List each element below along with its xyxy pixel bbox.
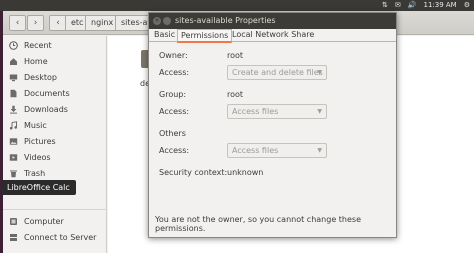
panel-indicators: ⇅ ✉ 🔊 11:39 AM ⚙ (382, 0, 470, 11)
videos-icon (9, 153, 18, 162)
sidebar-item-desktop[interactable]: Desktop (3, 70, 107, 85)
close-icon: × (154, 17, 160, 24)
documents-icon (9, 89, 18, 98)
mail-icon[interactable]: ✉ (395, 0, 401, 11)
server-icon (9, 233, 18, 242)
pictures-icon (9, 137, 18, 146)
trash-icon (9, 169, 18, 178)
security-context-label: Security context: (159, 168, 228, 177)
sidebar-label: Desktop (24, 73, 57, 82)
owner-access-label: Access: (159, 68, 190, 77)
sidebar-label: Pictures (24, 137, 56, 146)
sidebar-item-trash[interactable]: Trash (3, 166, 107, 181)
tab-permissions[interactable]: Permissions (177, 29, 233, 43)
desktop-icon (9, 73, 18, 82)
sidebar-item-recent[interactable]: Recent (3, 38, 107, 53)
chevron-left-icon: ‹ (56, 18, 60, 28)
sidebar-item-downloads[interactable]: Downloads (3, 102, 107, 117)
sidebar-label: Documents (24, 89, 70, 98)
sidebar-label: Recent (24, 41, 52, 50)
group-access-select[interactable]: Access files ▼ (227, 104, 327, 119)
owner-label: Owner: (159, 51, 188, 60)
properties-dialog: × sites-available Properties Basic Permi… (148, 12, 397, 238)
chevron-down-icon: ▼ (317, 147, 322, 154)
others-access-label: Access: (159, 146, 190, 155)
others-access-select[interactable]: Access files ▼ (227, 143, 327, 158)
sidebar-item-videos[interactable]: Videos (3, 150, 107, 165)
sidebar-label: Connect to Server (24, 233, 97, 242)
forward-button[interactable]: › (27, 15, 44, 31)
back-button[interactable]: ‹ (9, 15, 26, 31)
chevron-down-icon: ▼ (317, 69, 322, 76)
clock-label[interactable]: 11:39 AM (423, 0, 456, 11)
group-access-label: Access: (159, 107, 190, 116)
network-icon[interactable]: ⇅ (382, 0, 388, 11)
sidebar-item-home[interactable]: Home (3, 54, 107, 69)
top-panel: ⇅ ✉ 🔊 11:39 AM ⚙ (0, 0, 474, 11)
home-icon (9, 57, 18, 66)
volume-icon[interactable]: 🔊 (408, 0, 417, 11)
others-label: Others (159, 129, 186, 138)
minimize-button[interactable] (163, 17, 171, 25)
group-value: root (227, 90, 244, 99)
owner-value: root (227, 51, 244, 60)
computer-icon (9, 217, 18, 226)
sidebar-label: Music (24, 121, 47, 130)
settings-gear-icon[interactable]: ⚙ (464, 0, 470, 11)
close-button[interactable]: × (153, 17, 161, 25)
chevron-left-icon: ‹ (15, 18, 20, 28)
permissions-note: You are not the owner, so you cannot cha… (155, 215, 361, 233)
sidebar-label: Downloads (24, 105, 68, 114)
clock-icon (9, 41, 18, 50)
group-access-value: Access files (232, 107, 279, 116)
dialog-title: sites-available Properties (175, 16, 276, 25)
sidebar-item-pictures[interactable]: Pictures (3, 134, 107, 149)
downloads-icon (9, 105, 18, 114)
owner-access-select[interactable]: Create and delete files ▼ (227, 65, 327, 80)
sidebar-item-music[interactable]: Music (3, 118, 107, 133)
sidebar-label: Home (24, 57, 48, 66)
sidebar-label: Videos (24, 153, 51, 162)
sidebar-item-documents[interactable]: Documents (3, 86, 107, 101)
sidebar-label: Trash (24, 169, 46, 178)
sidebar-divider (3, 209, 107, 210)
sidebar-label: Computer (24, 217, 64, 226)
group-label: Group: (159, 90, 187, 99)
sidebar-item-computer[interactable]: Computer (3, 214, 107, 229)
owner-access-value: Create and delete files (232, 68, 323, 77)
path-left-button[interactable]: ‹ (49, 15, 66, 31)
dialog-tabs: Basic Permissions Local Network Share (149, 29, 396, 43)
chevron-right-icon: › (33, 18, 38, 28)
music-icon (9, 121, 18, 130)
tab-basic[interactable]: Basic (151, 29, 178, 42)
security-context-value: unknown (227, 168, 264, 177)
sidebar-item-connect-to-server[interactable]: Connect to Server (3, 230, 107, 245)
sidebar: Recent Home Desktop Documents Downloads … (3, 36, 107, 253)
chevron-down-icon: ▼ (317, 108, 322, 115)
dialog-titlebar: × sites-available Properties (149, 13, 396, 29)
tab-local-network-share[interactable]: Local Network Share (229, 29, 317, 42)
tooltip: LibreOffice Calc (1, 180, 76, 195)
others-access-value: Access files (232, 146, 279, 155)
